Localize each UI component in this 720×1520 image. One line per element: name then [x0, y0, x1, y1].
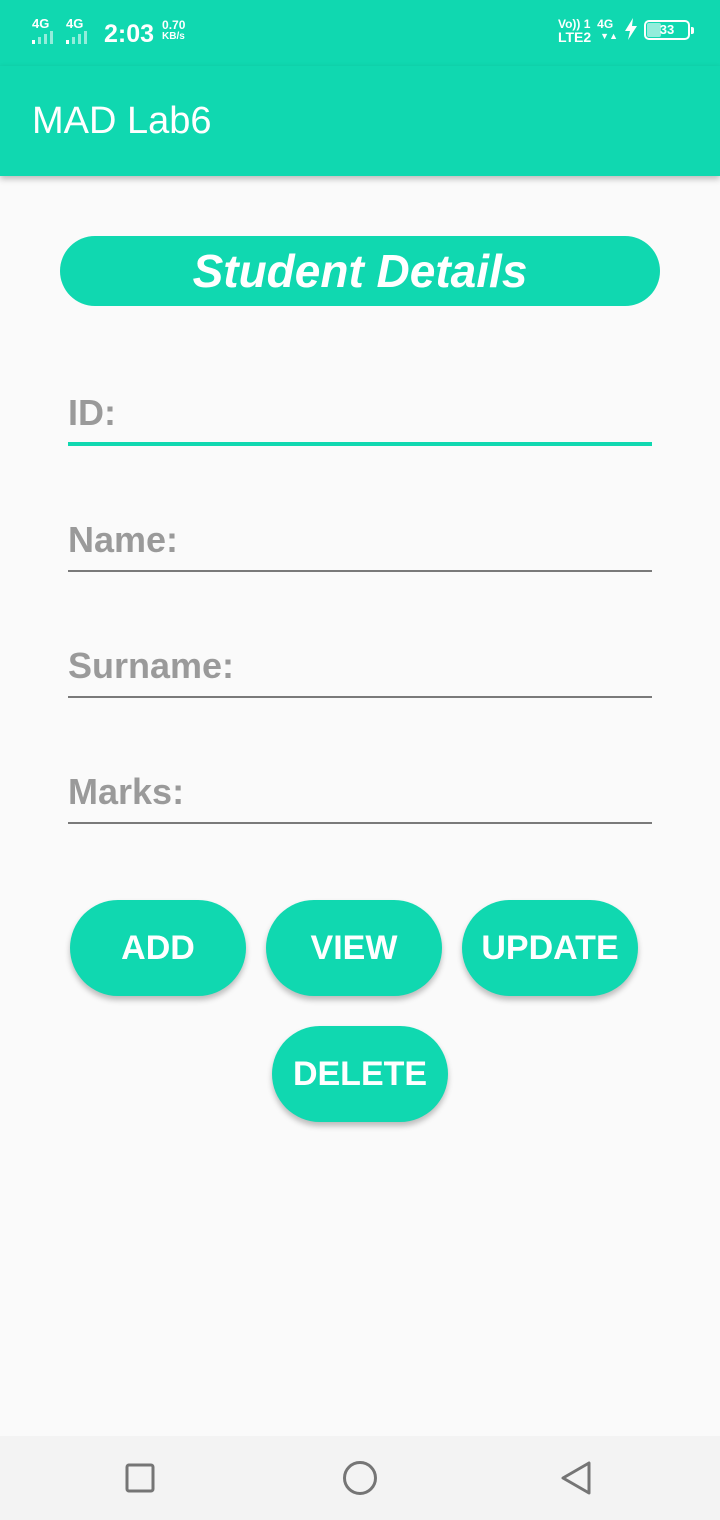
- surname-field[interactable]: [68, 636, 652, 698]
- network-speed-value: 0.70: [162, 18, 186, 32]
- name-field[interactable]: [68, 510, 652, 572]
- back-triangle-icon[interactable]: [558, 1458, 598, 1498]
- data-arrows: ▼▲: [600, 31, 618, 41]
- marks-input[interactable]: [68, 762, 652, 822]
- charging-bolt-icon: [625, 18, 637, 40]
- view-button[interactable]: VIEW: [266, 900, 442, 996]
- volte-indicator: Vo)) 1 LTE2: [557, 18, 592, 45]
- name-input[interactable]: [68, 510, 652, 570]
- app-title: MAD Lab6: [32, 100, 212, 142]
- student-details-header: Student Details: [60, 236, 660, 306]
- data-network-type: 4G: [597, 17, 614, 31]
- data-activity-icon: 4G ▼▲: [597, 18, 618, 42]
- status-time: 2:03: [104, 20, 155, 48]
- status-bar: 4G 4G 2:03 0.70 KB/s Vo)) 1 LTE2 4G ▼▲ 3…: [0, 0, 720, 66]
- recents-square-icon[interactable]: [120, 1458, 160, 1498]
- network-speed-unit: KB/s: [162, 31, 185, 42]
- sim1-signal-icon: 4G: [32, 14, 66, 44]
- network-speed: 0.70 KB/s: [162, 18, 186, 42]
- header-title: Student Details: [192, 245, 528, 297]
- delete-button[interactable]: DELETE: [272, 1026, 448, 1122]
- sim2-network-type: 4G: [66, 16, 84, 31]
- battery-percent: 33: [659, 22, 675, 37]
- marks-field[interactable]: [68, 762, 652, 824]
- id-input[interactable]: [68, 384, 652, 442]
- update-button[interactable]: UPDATE: [462, 900, 638, 996]
- home-circle-icon[interactable]: [340, 1458, 380, 1498]
- sim1-network-type: 4G: [32, 16, 50, 31]
- navigation-bar: [0, 1436, 720, 1520]
- battery-icon: 33: [644, 20, 694, 40]
- lte-label: LTE2: [557, 29, 592, 45]
- add-button[interactable]: ADD: [70, 900, 246, 996]
- id-field[interactable]: [68, 384, 652, 446]
- surname-input[interactable]: [68, 636, 652, 696]
- sim2-signal-icon: 4G: [66, 14, 100, 44]
- app-bar: MAD Lab6: [0, 66, 720, 176]
